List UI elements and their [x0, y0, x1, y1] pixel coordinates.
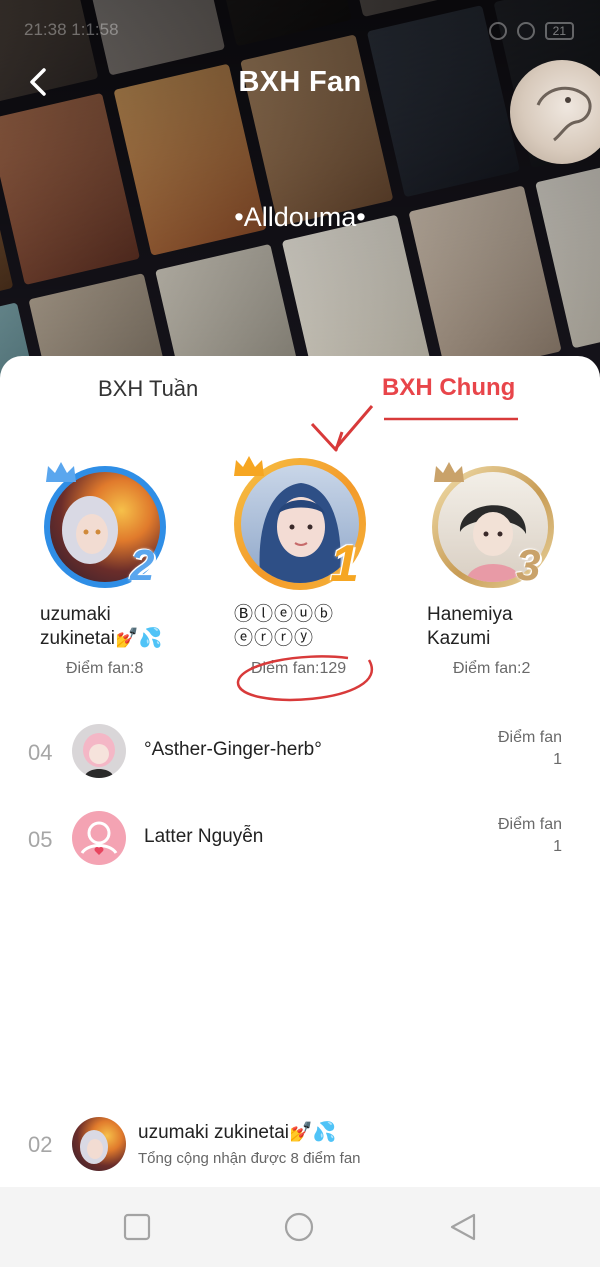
my-score-summary: Tổng cộng nhận được 8 điểm fan [138, 1150, 361, 1167]
row-name: Latter Nguyễn [144, 826, 264, 847]
row-score-label: Điểm fan [497, 816, 562, 833]
square-icon [123, 1213, 151, 1241]
system-nav-bar [0, 1187, 600, 1267]
rank-badge: 1 [330, 535, 359, 593]
podium-rank-2[interactable]: 2 [44, 462, 166, 590]
community-name: •Alldouma• [234, 202, 366, 232]
tab-weekly[interactable]: BXH Tuần [98, 376, 198, 402]
status-bar: 21:38 1:1:58 21 [0, 0, 600, 62]
avatar [72, 811, 126, 865]
page-title: BXH Fan [238, 66, 362, 98]
podium-score-1: Điểm fan:129 [251, 660, 347, 677]
podium-rank-1[interactable]: 1 [234, 456, 366, 593]
crown-icon [46, 462, 76, 482]
avatar [72, 1117, 126, 1171]
crown-icon [234, 456, 264, 476]
nav-home-button[interactable] [284, 1212, 314, 1242]
my-rank-row[interactable]: 02 uzumaki zukinetai💅💦 Tổng cộng nhận đư… [0, 1110, 600, 1186]
leaderboard-sheet: BXH Tuần BXH Chung 2 uzumaki zukinetai💅💦… [0, 356, 600, 1186]
row-score-label: Điểm fan [497, 729, 562, 746]
podium-score-2: Điểm fan:8 [66, 660, 144, 677]
podium-name-1: Ⓑⓛⓔⓤⓑ ⓔⓡⓡⓨ [234, 604, 335, 649]
avatar [72, 724, 126, 778]
circle-icon [284, 1212, 314, 1242]
row-score: 1 [553, 751, 562, 768]
podium-score-3: Điểm fan:2 [453, 660, 531, 677]
row-rank: 05 [28, 827, 53, 852]
status-time: 21:38 1:1:58 [24, 20, 119, 39]
row-name: °Asther-Ginger-herb° [144, 739, 322, 760]
triangle-back-icon [450, 1213, 476, 1241]
signal-icon [516, 22, 535, 40]
alarm-icon [488, 22, 507, 40]
list-item[interactable]: 04 °Asther-Ginger-herb° Điểm fan 1 [0, 724, 600, 794]
crown-icon [434, 462, 464, 482]
row-score: 1 [553, 838, 562, 855]
tab-overall[interactable]: BXH Chung [382, 374, 515, 402]
battery-icon: 21 [544, 22, 574, 40]
my-name: uzumaki zukinetai💅💦 [138, 1122, 337, 1143]
row-rank: 04 [28, 740, 53, 765]
hero-banner: 21:38 1:1:58 21 BXH Fan •Alldouma• [0, 0, 600, 390]
rank-badge: 3 [516, 541, 541, 590]
nav-back-button[interactable] [448, 1212, 478, 1242]
nav-recent-button[interactable] [122, 1212, 152, 1242]
row-rank: 02 [28, 1132, 53, 1157]
list-item[interactable]: 05 Latter Nguyễn Điểm fan 1 [0, 811, 600, 881]
podium-name-3: Hanemiya Kazumi [427, 604, 513, 649]
rank-badge: 2 [130, 541, 155, 590]
podium-name-2: uzumaki zukinetai💅💦 [40, 604, 163, 649]
podium-rank-3[interactable]: 3 [432, 462, 554, 590]
